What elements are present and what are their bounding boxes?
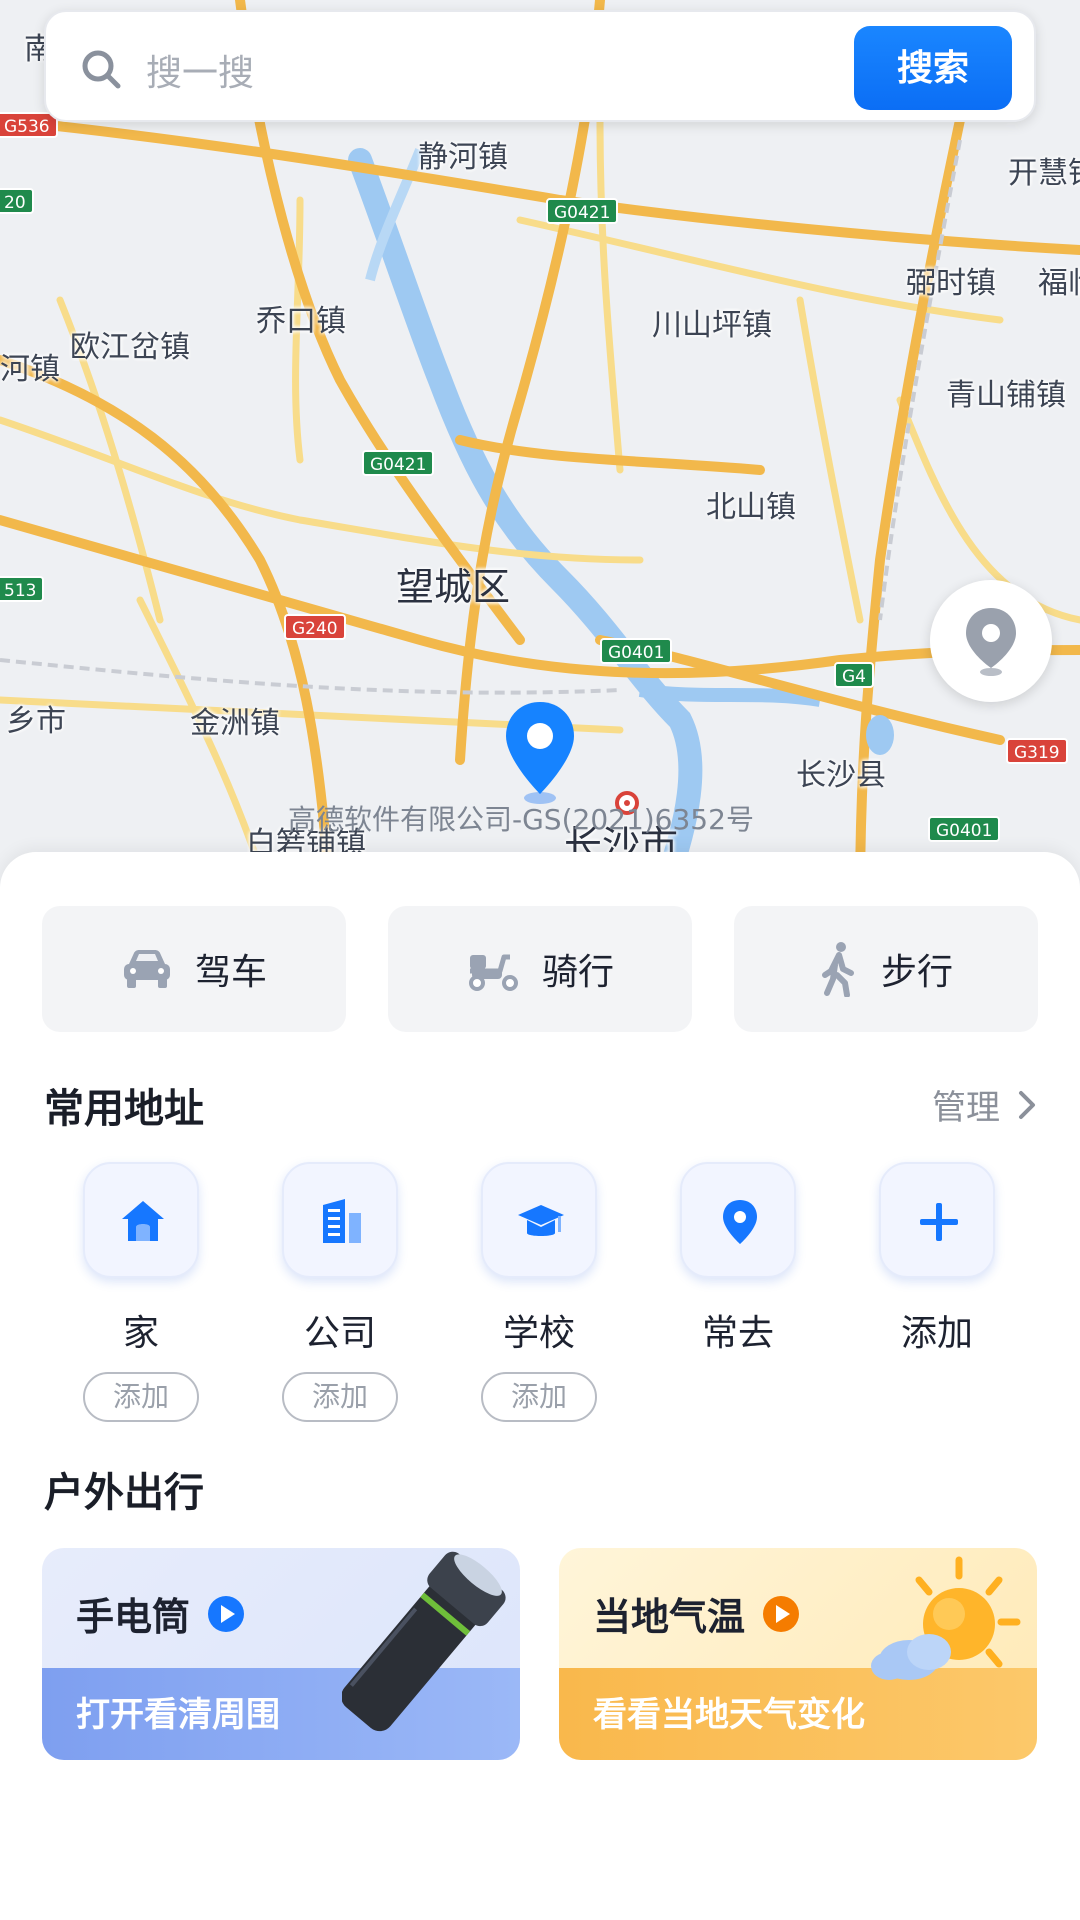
address-home[interactable]: 家 添加 — [41, 1162, 241, 1422]
address-school[interactable]: 学校 添加 — [439, 1162, 639, 1422]
home-tile[interactable] — [83, 1162, 199, 1278]
office-tile[interactable] — [282, 1162, 398, 1278]
add-school-button[interactable]: 添加 — [481, 1372, 597, 1422]
search-button[interactable]: 搜索 — [854, 26, 1012, 110]
add-tile[interactable] — [879, 1162, 995, 1278]
search-bar[interactable]: 搜一搜 搜索 — [44, 10, 1036, 122]
road-shield-g536: G536 — [0, 112, 58, 138]
road-shield-g4: G4 — [834, 662, 874, 688]
locate-button[interactable] — [930, 580, 1052, 702]
common-address-row: 家 添加 公司 添加 学校 添加 常去 添加 — [42, 1162, 1038, 1462]
road-shield-g0421: G0421 — [546, 198, 619, 224]
map-label-jinghezhen: 静河镇 — [418, 140, 508, 175]
weather-title: 当地气温 — [593, 1586, 801, 1641]
road-shield-g319: G319 — [1006, 738, 1068, 764]
weather-subtitle: 看看当地天气变化 — [593, 1695, 865, 1735]
car-icon — [123, 950, 170, 988]
map-label-fulin: 福临 — [1038, 266, 1080, 301]
map-label-qiaokou: 乔口镇 — [256, 304, 346, 339]
map-label-wangcheng: 望城区 — [396, 565, 511, 609]
search-input[interactable]: 搜一搜 — [146, 44, 254, 96]
office-building-icon — [323, 1199, 361, 1243]
walking-icon — [821, 942, 854, 997]
weather-title-text: 当地气温 — [593, 1595, 746, 1639]
map-label-fushi: 弼时镇 — [906, 266, 996, 301]
address-add[interactable]: 添加 — [837, 1162, 1037, 1356]
frequent-tile[interactable] — [680, 1162, 796, 1278]
road-shield-g240: G240 — [284, 614, 346, 640]
flashlight-title: 手电筒 — [76, 1586, 246, 1641]
add-office-button[interactable]: 添加 — [282, 1372, 398, 1422]
outdoor-title: 户外出行 — [44, 1470, 204, 1516]
search-icon — [82, 50, 121, 89]
map-label-xiangshi: 乡市 — [6, 704, 66, 739]
travel-mode-row: 驾车 骑行 步行 — [42, 906, 1038, 1032]
map-view[interactable]: 静河镇 开慧镇 弼时镇 福临 乔口镇 欧江岔镇 河镇 川山坪镇 青山铺镇 北山镇… — [0, 0, 1080, 900]
location-pin-icon — [723, 1200, 757, 1244]
address-office-label: 公司 — [303, 1313, 376, 1354]
walk-mode-label: 步行 — [880, 952, 953, 993]
plus-icon — [920, 1203, 958, 1241]
map-label-hezhen: 河镇 — [0, 352, 60, 387]
school-tile[interactable] — [481, 1162, 597, 1278]
add-home-button[interactable]: 添加 — [83, 1372, 199, 1422]
current-location-pin-icon — [500, 698, 580, 812]
map-label-oujiang: 欧江岔镇 — [70, 330, 190, 365]
address-add-label: 添加 — [900, 1313, 973, 1354]
flashlight-title-text: 手电筒 — [76, 1595, 191, 1639]
home-icon — [122, 1201, 164, 1241]
outdoor-cards: 手电筒 打开看清周围 当地气温 看看当地天气变化 — [42, 1548, 1038, 1760]
address-home-label: 家 — [122, 1313, 159, 1354]
map-label-jinzhou: 金洲镇 — [190, 706, 280, 741]
chevron-right-icon — [1019, 1090, 1035, 1119]
map-label-beishan: 北山镇 — [706, 490, 796, 525]
manage-label: 管理 — [932, 1088, 1000, 1128]
flashlight-subtitle: 打开看清周围 — [76, 1695, 280, 1735]
road-shield-513: 513 — [0, 576, 45, 602]
play-icon — [208, 1595, 245, 1632]
road-shield-g0401: G0401 — [600, 638, 673, 664]
drive-mode-button[interactable]: 驾车 — [42, 906, 346, 1032]
flashlight-image-icon — [342, 1551, 506, 1732]
bottom-sheet: 驾车 骑行 步行 常用地址 管理 家 添加 公司 添加 学校 添加 常去 添加 … — [0, 852, 1080, 1920]
ride-mode-label: 骑行 — [541, 952, 614, 993]
road-shield-g0421: G0421 — [362, 450, 435, 476]
common-address-title: 常用地址 — [44, 1086, 204, 1132]
map-label-chuanshan: 川山坪镇 — [652, 308, 772, 343]
road-shield-g0401: G0401 — [928, 816, 1001, 842]
location-marker-icon — [966, 608, 1016, 676]
graduation-cap-icon — [518, 1205, 564, 1236]
flashlight-card[interactable]: 手电筒 打开看清周围 — [42, 1548, 520, 1760]
address-office[interactable]: 公司 添加 — [240, 1162, 440, 1422]
manage-link[interactable]: 管理 — [932, 1080, 1036, 1129]
ride-mode-button[interactable]: 骑行 — [388, 906, 692, 1032]
map-label-qingshan: 青山铺镇 — [946, 378, 1066, 413]
sun-cloud-icon — [871, 1556, 1021, 1680]
walk-mode-button[interactable]: 步行 — [734, 906, 1038, 1032]
play-icon — [763, 1595, 800, 1632]
address-frequent[interactable]: 常去 — [638, 1162, 838, 1356]
drive-mode-label: 驾车 — [194, 952, 267, 993]
scooter-icon — [468, 954, 518, 991]
address-school-label: 学校 — [502, 1313, 575, 1354]
map-label-changshaxian: 长沙县 — [796, 758, 886, 793]
road-shield-20: 20 — [0, 188, 34, 214]
weather-card[interactable]: 当地气温 看看当地天气变化 — [559, 1548, 1037, 1760]
address-frequent-label: 常去 — [701, 1313, 774, 1354]
map-label-kaihui: 开慧镇 — [1008, 156, 1080, 191]
